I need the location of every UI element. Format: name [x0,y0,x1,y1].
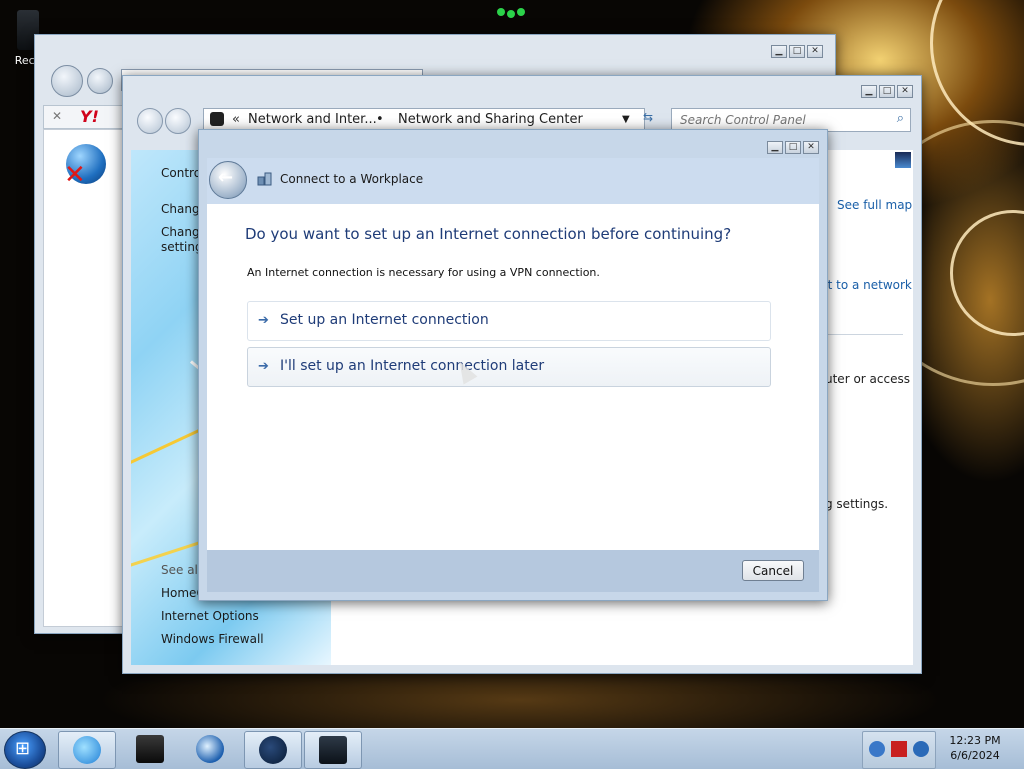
arrow-right-icon: ➔ [258,359,269,374]
taskbar-network[interactable] [244,731,302,769]
minimize-button[interactable]: ▁ [861,85,877,98]
divider [821,334,903,335]
option-label: Set up an Internet connection [280,312,489,328]
forward-button[interactable] [87,68,113,94]
close-button[interactable]: ✕ [897,85,913,98]
left-link-settings[interactable]: setting [161,240,203,254]
volume-icon[interactable] [913,741,929,757]
control-panel-icon [319,736,347,764]
close-tab-icon[interactable]: ✕ [52,109,62,123]
chevron-double-left-icon[interactable]: « [232,112,240,127]
back-button[interactable] [137,108,163,134]
maximize-button[interactable]: □ [785,141,801,154]
system-clock[interactable]: 12:23 PM 6/6/2024 [940,733,1010,763]
setup-later-option[interactable]: ➔ I'll set up an Internet connection lat… [247,347,771,387]
search-icon[interactable]: ⌕ [897,111,904,126]
dialog-info-text: An Internet connection is necessary for … [247,266,600,279]
taskbar-control-panel[interactable] [304,731,362,769]
desktop-widget [497,6,527,18]
connect-to-network-link[interactable]: ct to a network [821,278,912,292]
internet-explorer-icon [73,736,101,764]
dialog-header: Connect to a Workplace [207,158,819,204]
action-center-icon[interactable] [891,741,907,757]
start-button[interactable] [4,731,46,769]
favorites-bar: ✕ Y! [43,105,125,129]
arrow-right-icon: ➔ [258,313,269,328]
router-text: uter or access [825,372,910,386]
taskbar-terminal[interactable] [122,731,178,767]
dialog-question: Do you want to set up an Internet connec… [245,225,732,243]
settings-text: g settings. [825,497,889,511]
option-label: I'll set up an Internet connection later [280,358,545,374]
ie-content-area: ✕ [43,129,125,627]
left-link-control-panel-home[interactable]: Contro [161,166,201,180]
dialog-footer: Cancel [207,550,819,592]
cancel-button[interactable]: Cancel [742,560,804,581]
error-x-icon: ✕ [64,160,86,190]
maximize-button[interactable]: □ [789,45,805,58]
control-panel-icon [210,112,224,126]
media-player-icon [196,735,224,763]
close-button[interactable]: ✕ [807,45,823,58]
window-controls: ▁ □ ✕ [861,85,913,98]
taskbar: 12:23 PM 6/6/2024 [0,728,1024,769]
breadcrumb-network-and-internet[interactable]: Network and Inter... [248,112,377,127]
see-full-map-link[interactable]: See full map [837,198,912,212]
yahoo-logo-icon[interactable]: Y! [80,107,99,126]
minimize-button[interactable]: ▁ [771,45,787,58]
forward-button[interactable] [165,108,191,134]
back-button[interactable] [209,161,247,199]
dropdown-arrow-icon[interactable]: ▼ [622,114,630,125]
back-button[interactable] [51,65,83,97]
network-icon [259,736,287,764]
taskbar-media-player[interactable] [182,731,238,767]
terminal-icon [136,735,164,763]
breadcrumb-network-sharing-center[interactable]: Network and Sharing Center [398,112,583,127]
search-input[interactable] [678,112,882,128]
maximize-button[interactable]: □ [879,85,895,98]
refresh-icon[interactable]: ⇆ [643,110,653,124]
network-status-icon[interactable] [869,741,885,757]
taskbar-internet-explorer[interactable] [58,731,116,769]
dialog-body: Do you want to set up an Internet connec… [207,204,819,550]
close-button[interactable]: ✕ [803,141,819,154]
connect-to-workplace-dialog[interactable]: ▁ □ ✕ Connect to a Workplace Do you want… [198,129,828,601]
left-link-windows-firewall[interactable]: Windows Firewall [161,632,264,646]
minimize-button[interactable]: ▁ [767,141,783,154]
network-map-icon [895,152,911,168]
breadcrumb-separator: • [376,112,384,127]
window-controls: ▁ □ ✕ [771,45,823,58]
left-link-internet-options[interactable]: Internet Options [161,609,259,623]
dialog-title: Connect to a Workplace [280,172,424,186]
window-controls: ▁ □ ✕ [767,141,819,154]
workplace-network-icon [257,172,272,186]
notification-area [862,731,936,769]
setup-internet-option[interactable]: ➔ Set up an Internet connection [247,301,771,341]
clock-date: 6/6/2024 [950,749,1000,762]
clock-time: 12:23 PM [949,734,1001,747]
